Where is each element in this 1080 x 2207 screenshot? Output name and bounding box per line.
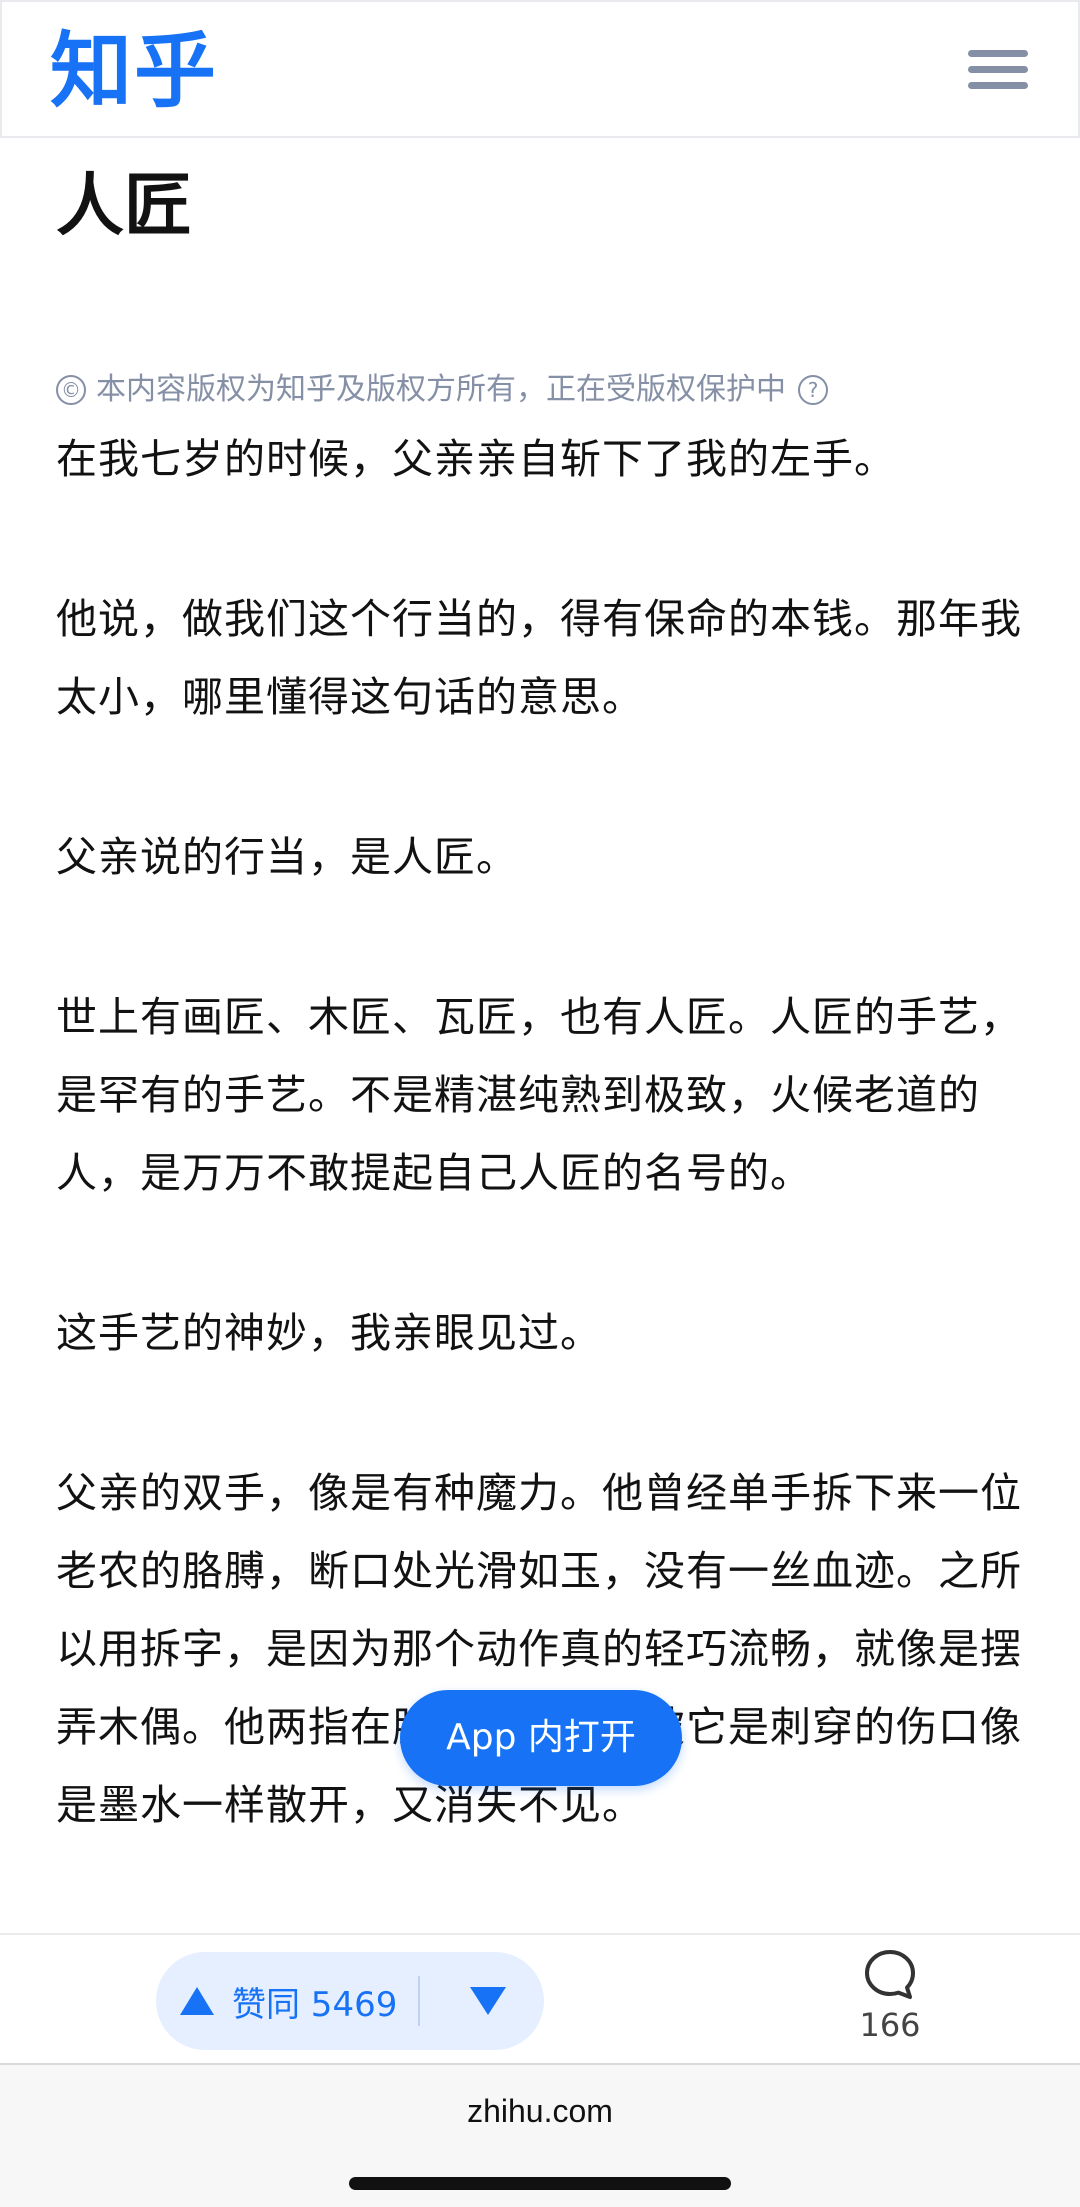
comment-bubble-icon	[865, 1950, 915, 1999]
paragraph: 他说，做我们这个行当的，得有保命的本钱。那年我太小，哪里懂得这句话的意思。	[56, 595, 1022, 721]
downvote-button[interactable]	[452, 1952, 524, 2050]
comment-count: 166	[859, 2006, 921, 2044]
copyright-notice: © 本内容版权为知乎及版权方所有，正在受版权保护中 ?	[56, 370, 1026, 410]
upvote-button[interactable]: 赞同 5469	[180, 1952, 397, 2050]
vote-divider	[418, 1976, 420, 2026]
paragraph: 父亲说的行当，是人匠。	[56, 833, 518, 881]
copyright-text: 本内容版权为知乎及版权方所有，正在受版权保护中	[96, 372, 786, 407]
triangle-down-icon	[470, 1987, 506, 2015]
comment-button[interactable]: 166	[840, 1949, 940, 2059]
article-content: 人匠 © 本内容版权为知乎及版权方所有，正在受版权保护中 ? 在我七岁的时候，父…	[56, 138, 1026, 1933]
page: 知乎 人匠 © 本内容版权为知乎及版权方所有，正在受版权保护中 ? 在我七岁的时…	[0, 0, 1080, 2207]
hamburger-menu-icon[interactable]	[966, 46, 1030, 96]
top-header: 知乎	[0, 0, 1080, 138]
menu-line	[968, 50, 1028, 57]
url-display[interactable]: zhihu.com	[0, 2093, 1080, 2130]
browser-bottom-bar: zhihu.com	[0, 2065, 1080, 2207]
article-title: 人匠	[56, 167, 193, 246]
article-body: 在我七岁的时候，父亲亲自斩下了我的左手。 他说，做我们这个行当的，得有保命的本钱…	[56, 420, 1026, 1844]
paragraph: 这手艺的神妙，我亲眼见过。	[56, 1309, 602, 1357]
zhihu-logo[interactable]: 知乎	[50, 24, 218, 120]
paragraph: 世上有画匠、木匠、瓦匠，也有人匠。人匠的手艺，是罕有的手艺。不是精湛纯熟到极致，…	[56, 993, 1022, 1197]
open-in-app-button[interactable]: App 内打开	[400, 1690, 682, 1786]
bottom-action-bar: 赞同 5469 166	[0, 1933, 1080, 2065]
upvote-label: 赞同 5469	[232, 1984, 398, 2025]
home-indicator[interactable]	[349, 2177, 731, 2190]
help-icon[interactable]: ?	[798, 375, 828, 405]
vote-group: 赞同 5469	[156, 1952, 544, 2050]
menu-line	[968, 82, 1028, 89]
copyright-icon: ©	[56, 375, 86, 405]
paragraph: 在我七岁的时候，父亲亲自斩下了我的左手。	[56, 435, 896, 483]
triangle-up-icon	[180, 1987, 214, 2015]
menu-line	[968, 66, 1028, 73]
